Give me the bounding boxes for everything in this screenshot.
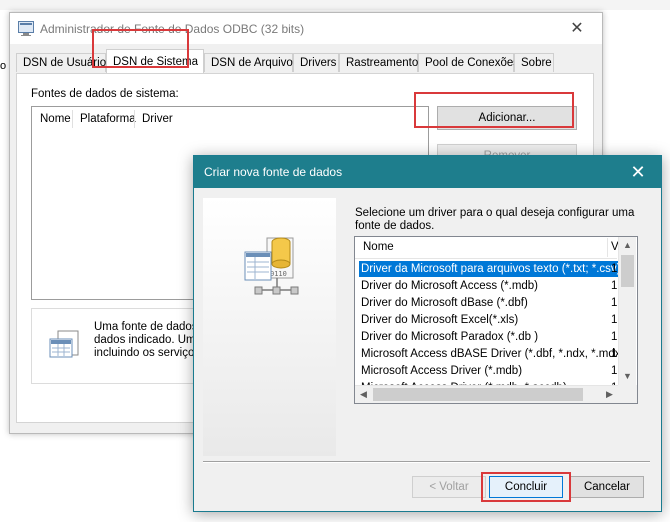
horizontal-scrollbar[interactable]: ◀ ▶ (355, 385, 618, 403)
cancel-button[interactable]: Cancelar (570, 476, 644, 498)
background-window-strip (0, 0, 670, 10)
driver-list-item[interactable]: Microsoft Access dBASE Driver (*.dbf, *.… (361, 346, 624, 362)
system-dsn-list-label: Fontes de dados de sistema: (31, 88, 179, 100)
back-button[interactable]: < Voltar (412, 476, 486, 498)
dialog-separator (203, 461, 650, 463)
column-divider (607, 238, 608, 257)
driver-list-item[interactable]: Microsoft Access Driver (*.mdb) (361, 363, 522, 379)
column-divider (72, 110, 73, 128)
driver-list-item[interactable]: Driver do Microsoft Excel(*.xls) (361, 312, 518, 328)
driver-version: 1 (611, 280, 618, 292)
highlight-box-add (414, 92, 574, 128)
tab-drivers[interactable]: Drivers (293, 53, 339, 72)
dialog-title: Criar nova fonte de dados (204, 165, 343, 179)
driver-list-item[interactable]: Driver da Microsoft para arquivos texto … (359, 261, 623, 277)
scroll-right-icon[interactable]: ▶ (601, 386, 618, 403)
driver-list[interactable]: Nome V Driver da Microsoft para arquivos… (354, 236, 638, 404)
data-source-info-icon (49, 330, 79, 358)
background-text-fragment: o (0, 60, 7, 72)
driver-version: 1 (611, 348, 618, 360)
tab-sobre[interactable]: Sobre (514, 53, 554, 72)
scroll-up-icon[interactable]: ▲ (619, 237, 636, 254)
dialog-titlebar[interactable]: Criar nova fonte de dados ✕ (194, 156, 661, 188)
tab-dsn-arquivo[interactable]: DSN de Arquivo (204, 53, 293, 72)
scrollbar-corner (618, 385, 637, 403)
driver-version: 1 (611, 297, 618, 309)
create-data-source-dialog: Criar nova fonte de dados ✕ 0110 Selecio… (193, 155, 662, 512)
highlight-box-finish (481, 472, 571, 502)
driver-list-item[interactable]: Driver do Microsoft dBase (*.dbf) (361, 295, 528, 311)
vertical-scrollbar[interactable]: ▲ ▼ (618, 237, 636, 385)
tab-rastreamento[interactable]: Rastreamento (339, 53, 418, 72)
column-header-plataforma[interactable]: Plataforma (80, 113, 136, 125)
driver-version: 1 (611, 314, 618, 326)
database-wizard-art: 0110 (244, 237, 299, 295)
scroll-thumb[interactable] (373, 388, 583, 401)
scroll-left-icon[interactable]: ◀ (355, 386, 372, 403)
svg-text:0110: 0110 (270, 270, 287, 278)
scroll-thumb[interactable] (621, 255, 634, 287)
column-header-nome[interactable]: Nome (40, 113, 71, 125)
driver-list-item[interactable]: Driver do Microsoft Access (*.mdb) (361, 278, 538, 294)
column-header-nome[interactable]: Nome (363, 241, 394, 253)
driver-version: 1 (611, 365, 618, 377)
close-icon[interactable]: ✕ (626, 162, 650, 182)
driver-version: 1 (611, 331, 618, 343)
highlight-box-tab (92, 29, 189, 68)
tab-pool-conexoes[interactable]: Pool de Conexões (418, 53, 519, 72)
column-header-driver[interactable]: Driver (142, 113, 173, 125)
scroll-down-icon[interactable]: ▼ (619, 368, 636, 385)
driver-list-item[interactable]: Driver do Microsoft Paradox (*.db ) (361, 329, 538, 345)
wizard-art-panel: 0110 (203, 198, 336, 456)
close-icon[interactable]: ✕ (566, 20, 588, 38)
column-divider (134, 110, 135, 128)
odbc-window-icon (18, 21, 34, 36)
driver-list-header: Nome V (355, 237, 619, 259)
driver-version: 1 (611, 263, 618, 275)
dialog-instruction: Selecione um driver para o qual deseja c… (355, 207, 635, 232)
